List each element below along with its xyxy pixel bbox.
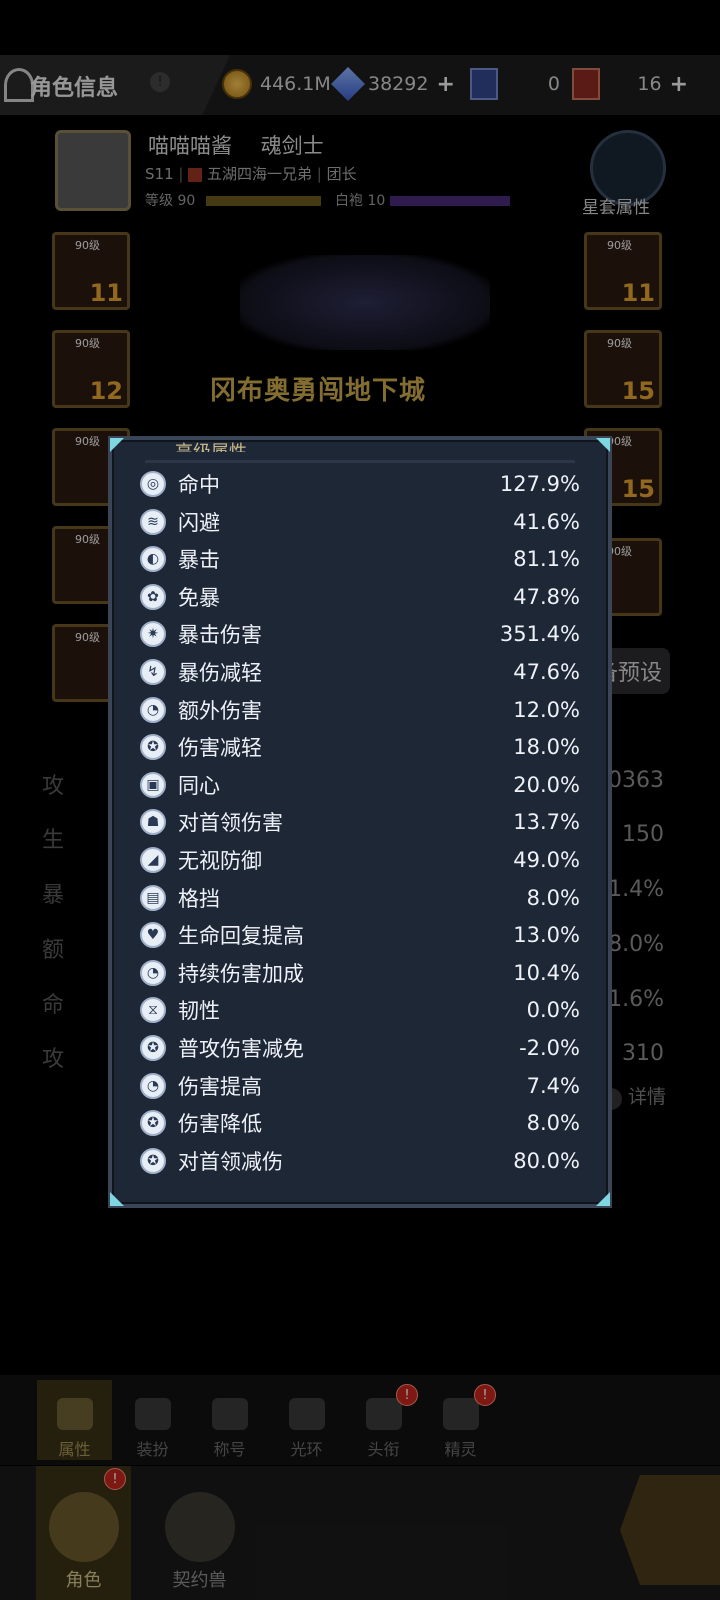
stat-name: 伤害降低 bbox=[178, 1112, 262, 1137]
block-icon: ▤ bbox=[140, 884, 166, 911]
stat-row: ◐ 暴击 81.1% bbox=[140, 540, 580, 578]
crit-icon: ◐ bbox=[140, 546, 166, 573]
stat-value: 7.4% bbox=[526, 1073, 580, 1098]
damage-reduce-icon: ✪ bbox=[140, 734, 166, 761]
dot-boost-icon: ◔ bbox=[140, 959, 166, 986]
stat-name: 生命回复提高 bbox=[178, 924, 304, 949]
stat-name: 持续伤害加成 bbox=[178, 961, 304, 986]
stat-row: ▤ 格挡 8.0% bbox=[140, 879, 580, 917]
stat-row: ↯ 暴伤减轻 47.6% bbox=[140, 653, 580, 691]
stat-name: 格挡 bbox=[178, 886, 220, 911]
stat-value: 18.0% bbox=[513, 735, 580, 760]
stat-value: 47.8% bbox=[513, 584, 580, 609]
stat-row: ✿ 免暴 47.8% bbox=[140, 578, 580, 616]
damage-lower-icon: ✪ bbox=[140, 1110, 166, 1137]
stat-name: 暴击伤害 bbox=[178, 623, 262, 648]
stat-value: 351.4% bbox=[499, 622, 580, 647]
stat-value: 0.0% bbox=[526, 998, 580, 1023]
stat-value: 13.0% bbox=[513, 923, 580, 948]
stat-value: 127.9% bbox=[499, 472, 580, 496]
stat-value: 80.0% bbox=[513, 1148, 580, 1173]
panel-heading: 高级属性 bbox=[175, 438, 247, 452]
stat-name: 对首领减伤 bbox=[178, 1149, 283, 1174]
stat-value: 81.1% bbox=[513, 547, 580, 572]
stat-name: 免暴 bbox=[178, 585, 220, 610]
panel-corner bbox=[596, 1192, 610, 1206]
stat-row: ✪ 普攻伤害减免 -2.0% bbox=[140, 1029, 580, 1067]
stat-value: 20.0% bbox=[513, 772, 580, 797]
unity-icon: ▣ bbox=[140, 771, 166, 798]
stat-row: ♥ 生命回复提高 13.0% bbox=[140, 916, 580, 954]
stat-row: ≋ 闪避 41.6% bbox=[140, 503, 580, 541]
stat-name: 无视防御 bbox=[178, 849, 262, 873]
stat-row: ✪ 伤害减轻 18.0% bbox=[140, 728, 580, 766]
stat-row: ▣ 同心 20.0% bbox=[140, 766, 580, 804]
heal-boost-icon: ♥ bbox=[140, 922, 166, 949]
stat-value: 12.0% bbox=[513, 697, 580, 722]
tenacity-icon: ⧖ bbox=[140, 997, 166, 1024]
boss-damage-icon: ☗ bbox=[140, 809, 166, 836]
stat-row: ◢ 无视防御 49.0% bbox=[140, 841, 580, 879]
normal-attack-reduce-icon: ✪ bbox=[140, 1035, 166, 1061]
stat-name: 伤害提高 bbox=[178, 1074, 262, 1099]
stat-row: ◔ 伤害提高 7.4% bbox=[140, 1067, 580, 1105]
stat-name: 同心 bbox=[178, 773, 220, 798]
stat-name: 暴击 bbox=[178, 548, 220, 573]
heading-divider bbox=[145, 460, 575, 463]
target-icon: ◎ bbox=[140, 471, 166, 497]
crit-damage-icon: ✷ bbox=[140, 621, 166, 648]
stat-name: 普攻伤害减免 bbox=[178, 1037, 304, 1061]
stat-row: ✷ 暴击伤害 351.4% bbox=[140, 615, 580, 653]
panel-corner bbox=[110, 438, 124, 452]
stat-value: 49.0% bbox=[513, 848, 580, 872]
extra-damage-icon: ◔ bbox=[140, 696, 166, 723]
dodge-icon: ≋ bbox=[140, 508, 166, 535]
crit-resist-icon: ✿ bbox=[140, 583, 166, 610]
ignore-defense-icon: ◢ bbox=[140, 847, 166, 873]
stat-value: 10.4% bbox=[513, 960, 580, 985]
stat-value: 8.0% bbox=[526, 885, 580, 910]
damage-boost-icon: ◔ bbox=[140, 1072, 166, 1099]
stat-row: ◔ 额外伤害 12.0% bbox=[140, 691, 580, 729]
stat-name: 额外伤害 bbox=[178, 698, 262, 723]
panel-corner bbox=[596, 438, 610, 452]
stat-row: ✪ 伤害降低 8.0% bbox=[140, 1104, 580, 1142]
stat-value: 41.6% bbox=[513, 509, 580, 534]
stat-name: 闪避 bbox=[178, 510, 220, 535]
stat-name: 暴伤减轻 bbox=[178, 661, 262, 685]
stat-name: 命中 bbox=[178, 473, 220, 497]
stat-row: ◎ 命中 127.9% bbox=[140, 465, 580, 503]
stat-name: 韧性 bbox=[178, 999, 220, 1024]
stat-row: ◔ 持续伤害加成 10.4% bbox=[140, 954, 580, 992]
boss-reduce-icon: ✪ bbox=[140, 1147, 166, 1174]
panel-corner bbox=[110, 1192, 124, 1206]
stat-value: 13.7% bbox=[513, 810, 580, 835]
stat-value: 8.0% bbox=[526, 1111, 580, 1136]
stat-name: 对首领伤害 bbox=[178, 811, 283, 836]
stat-value: -2.0% bbox=[519, 1036, 580, 1060]
stat-value: 47.6% bbox=[513, 660, 580, 684]
stat-row: ✪ 对首领减伤 80.0% bbox=[140, 1142, 580, 1180]
stat-name: 伤害减轻 bbox=[178, 736, 262, 761]
crit-damage-reduce-icon: ↯ bbox=[140, 659, 166, 685]
stat-row: ⧖ 韧性 0.0% bbox=[140, 991, 580, 1029]
stat-row: ☗ 对首领伤害 13.7% bbox=[140, 803, 580, 841]
